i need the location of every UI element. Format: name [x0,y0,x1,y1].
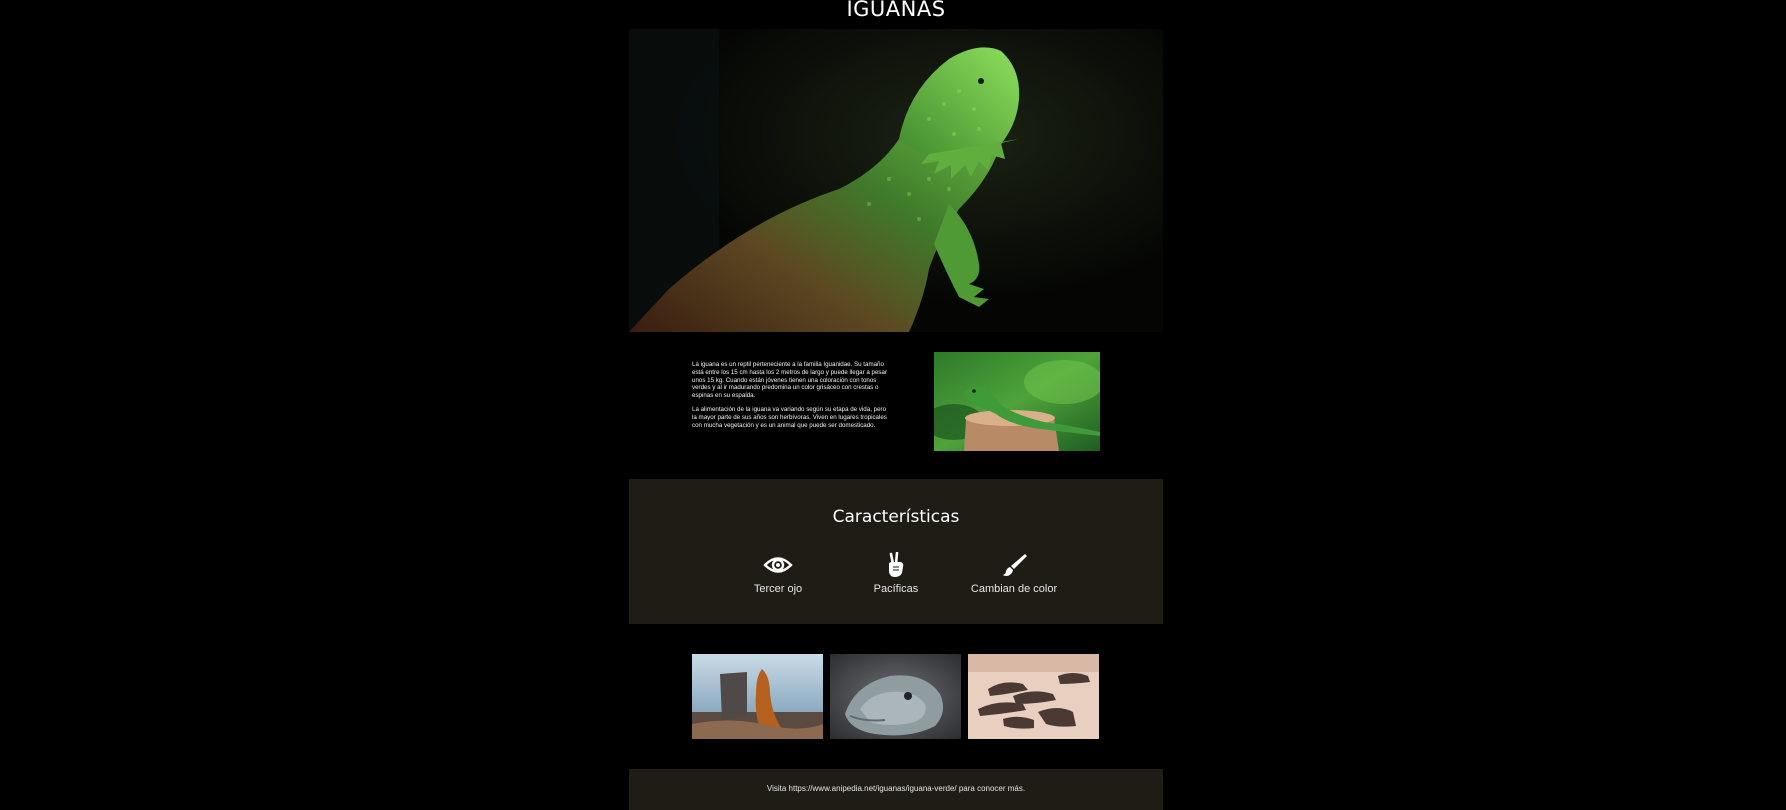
gallery-image-2 [830,654,961,739]
gallery-image-1 [692,654,823,739]
footer: Visita https://www.anipedia.net/iguanas/… [629,769,1163,810]
hero-image [629,29,1163,332]
peace-hand-icon [889,552,904,577]
features-section: Características Tercer ojo Pacíficas Cam [629,479,1163,624]
intro-paragraph-1: La iguana es un reptil perteneciente a l… [692,361,888,400]
footer-text: Visita https://www.anipedia.net/iguanas/… [766,784,1026,793]
feature-label: Tercer ojo [753,583,803,595]
feature-tercer-ojo: Tercer ojo [723,552,833,595]
intro-paragraph-2: La alimentación de la iguana va variando… [692,405,887,429]
feature-label: Cambian de color [970,583,1058,595]
paintbrush-icon [1003,554,1027,576]
feature-pacificas: Pacíficas [841,552,951,595]
eye-icon [763,557,793,573]
gallery-image-3 [968,654,1099,739]
iguana-photo [934,352,1100,451]
features-heading: Características [832,507,960,527]
intro-text: La iguana es un reptil perteneciente a l… [692,361,892,435]
feature-cambian-color: Cambian de color [959,552,1069,595]
page: IGUANAS La iguana es un reptil perteneci… [0,0,1786,810]
feature-label: Pacíficas [873,583,919,595]
page-title: IGUANAS [846,0,946,21]
